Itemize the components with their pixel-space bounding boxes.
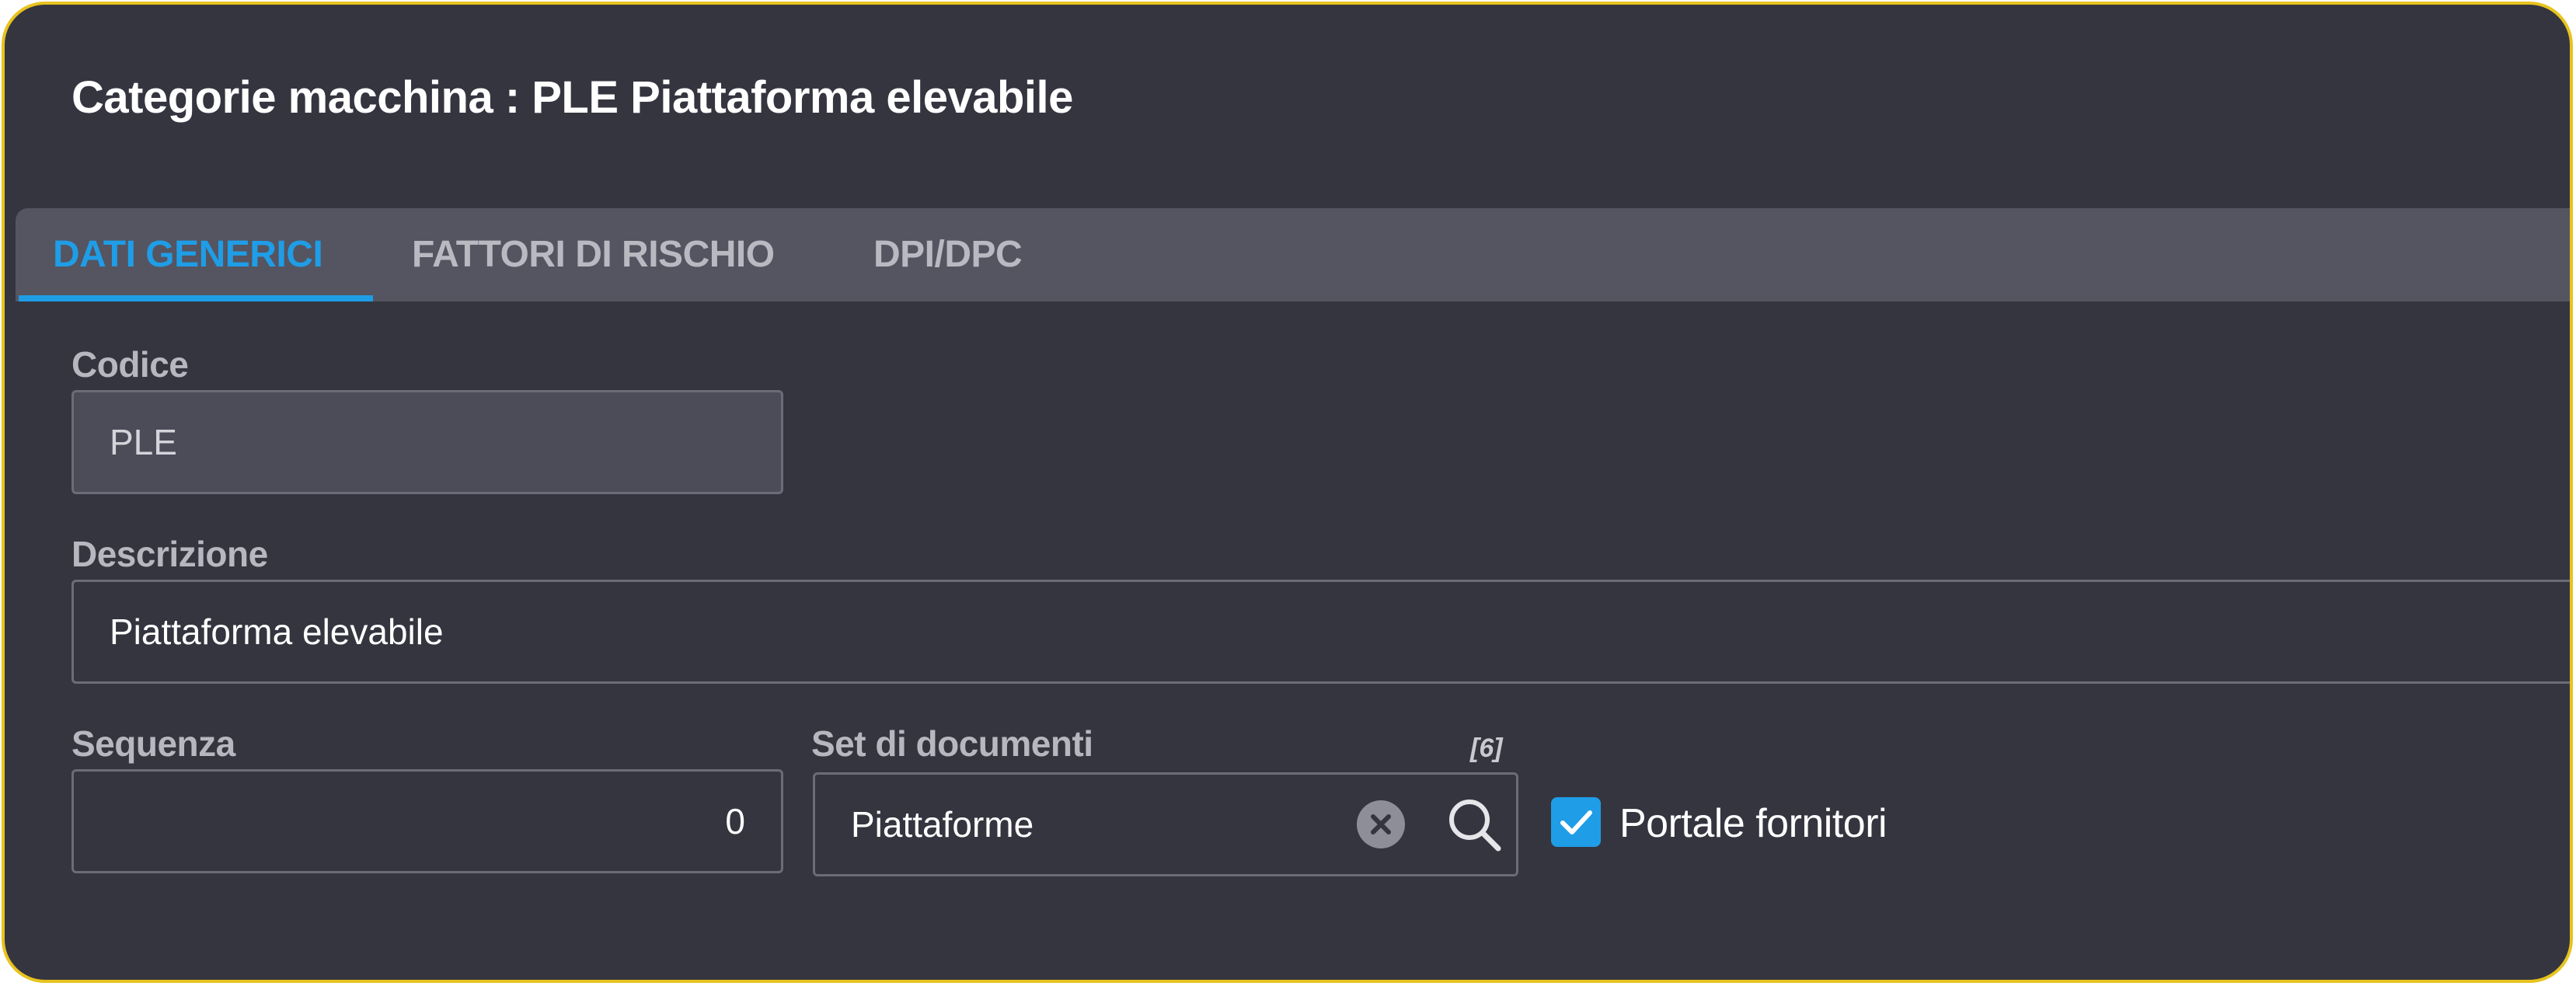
codice-field: PLE [71,390,783,494]
page-title: Categorie macchina : PLE Piattaforma ele… [71,72,1073,123]
set-documenti-input[interactable]: Piattaforme [813,772,1518,876]
clear-icon[interactable] [1357,800,1405,848]
sequenza-label: Sequenza [71,723,235,764]
descrizione-input[interactable]: Piattaforma elevabile [71,580,2570,684]
codice-label: Codice [71,344,189,385]
portale-fornitori-checkbox[interactable] [1551,797,1601,847]
portale-fornitori-label[interactable]: Portale fornitori [1619,800,1888,847]
active-tab-indicator [19,295,373,301]
dialog-window: Categorie macchina : PLE Piattaforma ele… [2,2,2573,983]
tab-fattori-di-rischio[interactable]: FATTORI DI RISCHIO [412,208,775,301]
tab-dati-generici[interactable]: DATI GENERICI [53,208,323,301]
descrizione-value: Piattaforma elevabile [110,611,444,652]
codice-value: PLE [110,422,177,462]
set-documenti-value: Piattaforme [851,804,1034,845]
tab-bar: DATI GENERICI FATTORI DI RISCHIO DPI/DPC [16,208,2570,301]
check-icon [1560,810,1592,834]
set-documenti-label: Set di documenti [811,723,1093,764]
sequenza-value: 0 [725,801,745,841]
sequenza-input[interactable]: 0 [71,769,783,873]
tab-dpi-dpc[interactable]: DPI/DPC [873,208,1023,301]
search-icon-glyph [1449,800,1501,852]
search-icon[interactable] [1444,794,1506,856]
clear-icon-glyph [1371,814,1391,834]
descrizione-label: Descrizione [71,534,268,574]
set-documenti-count-badge: [6] [1470,733,1503,763]
